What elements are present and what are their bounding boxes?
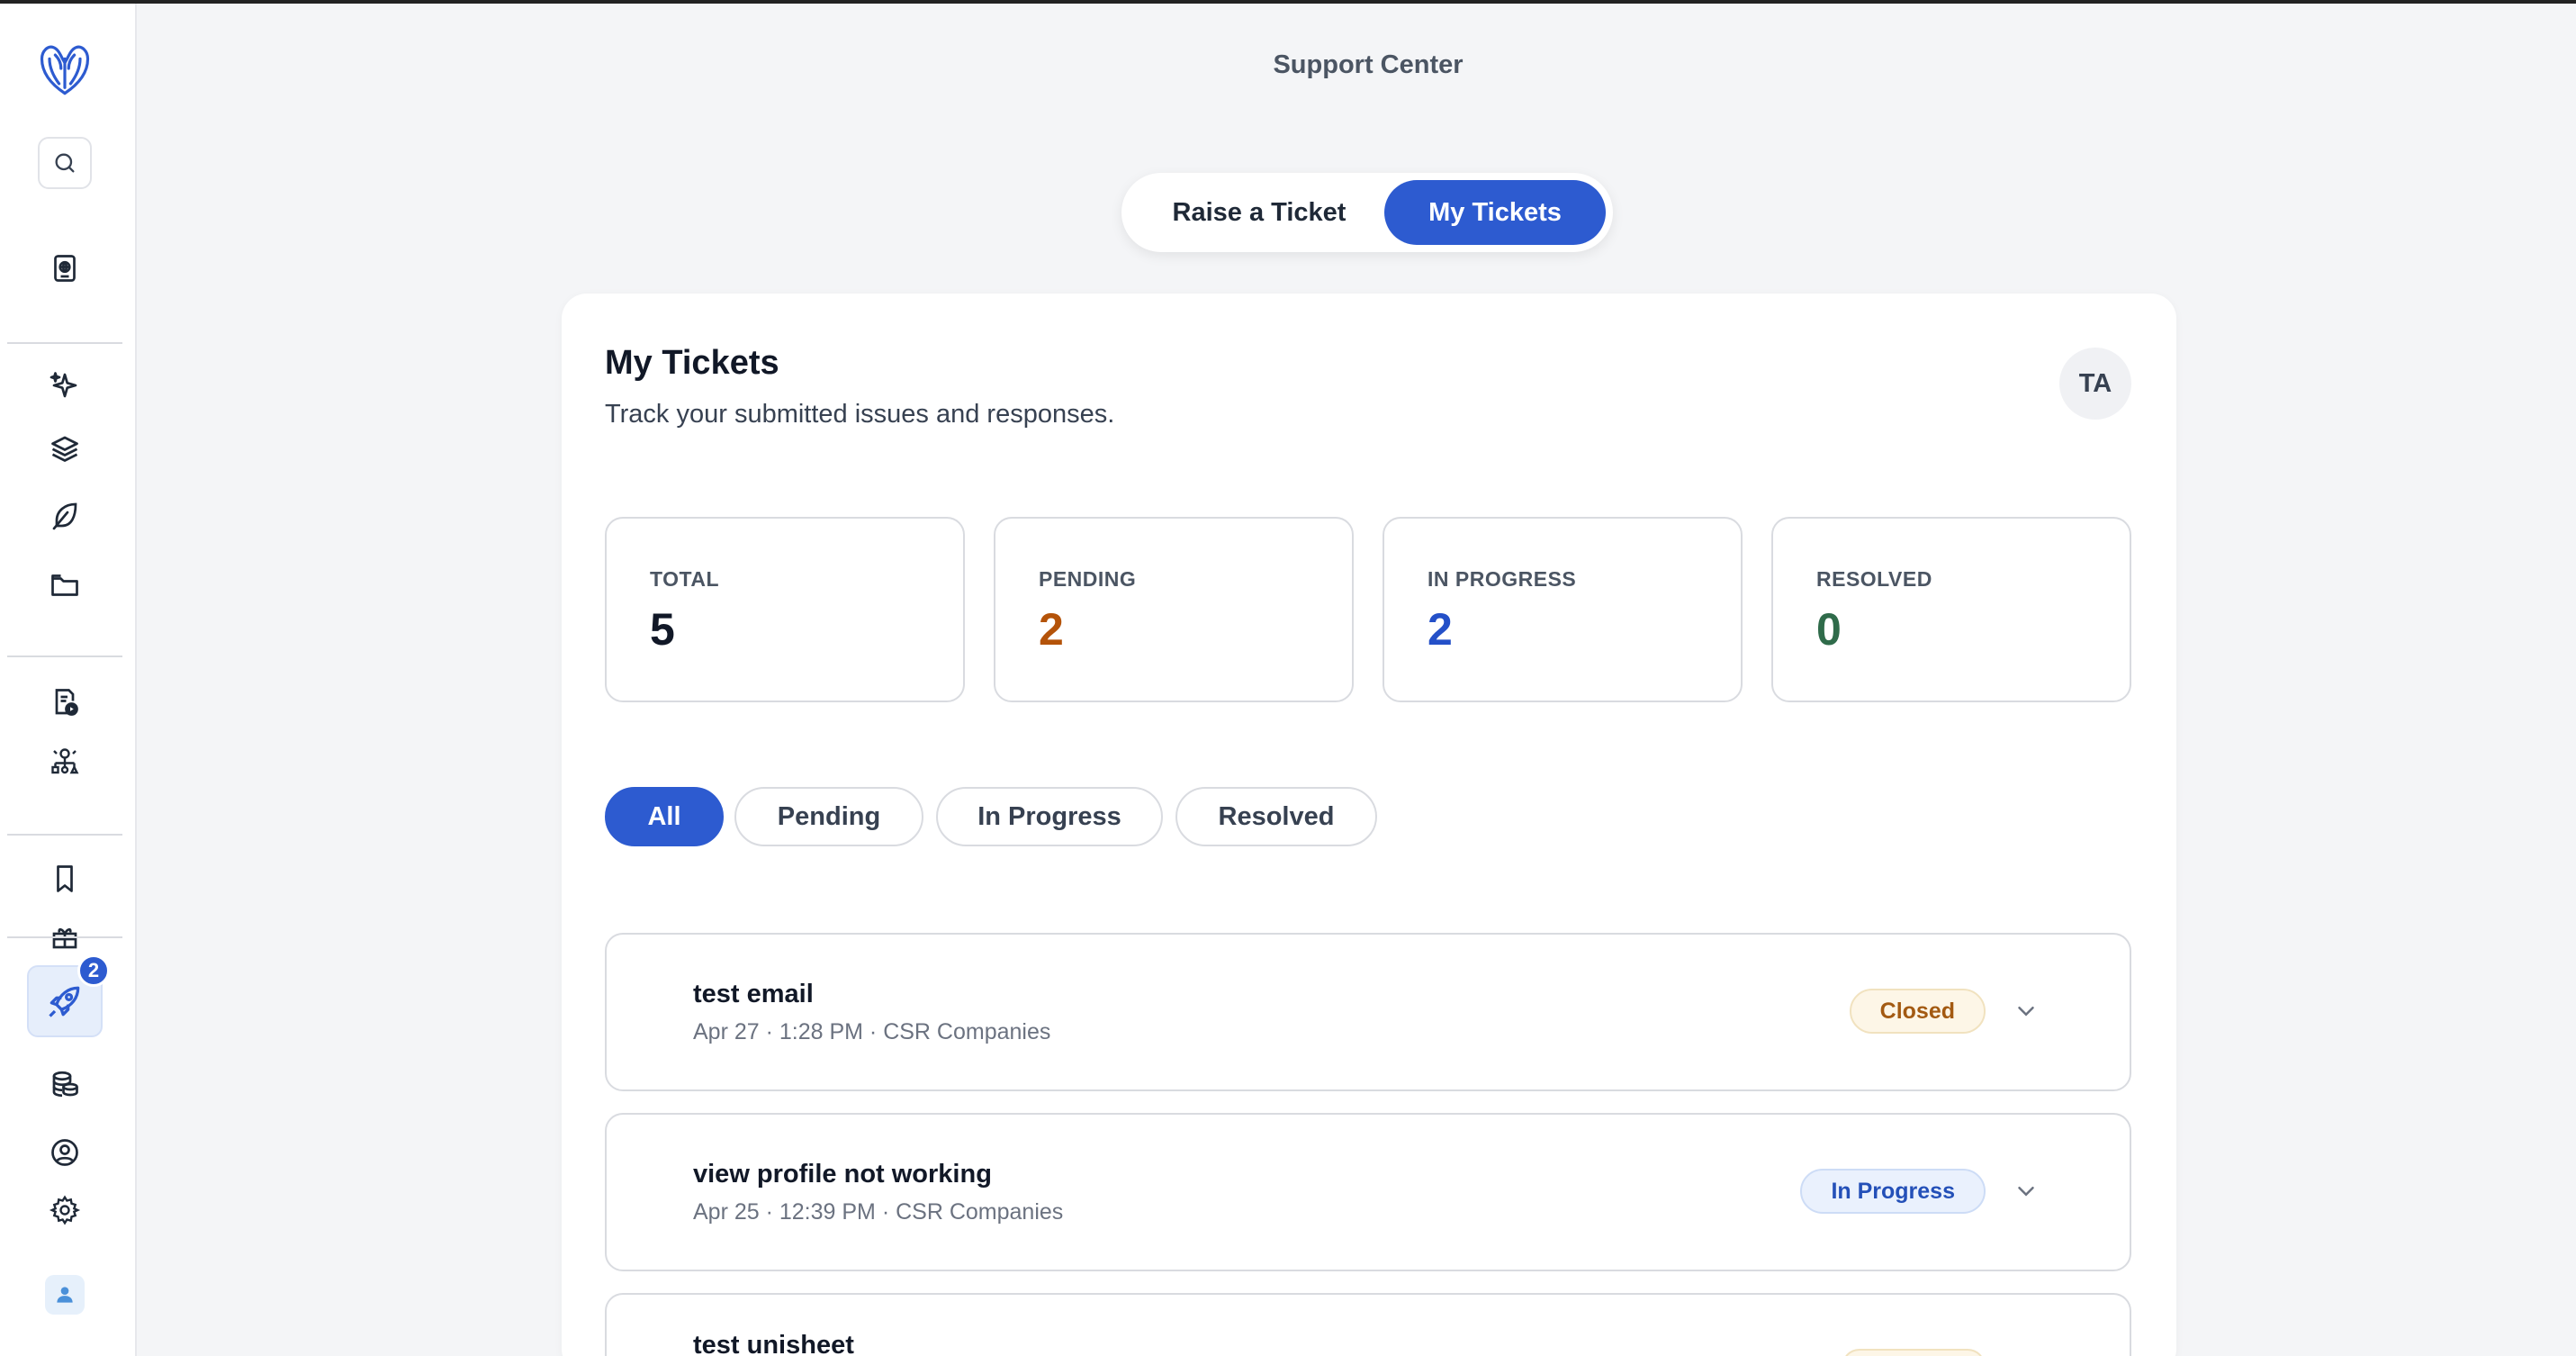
ticket-meta: Apr 25 · 12:39 PM · CSR Companies bbox=[693, 1199, 1064, 1225]
ticket-title: test email bbox=[693, 980, 814, 1008]
user-icon bbox=[57, 1287, 73, 1303]
notification-badge: 2 bbox=[77, 954, 110, 987]
sidebar-divider bbox=[7, 655, 122, 657]
ticket-view-switch: Raise a Ticket My Tickets bbox=[1121, 173, 1613, 252]
sidebar-divider bbox=[7, 936, 122, 938]
rocket-icon bbox=[49, 986, 80, 1017]
sidebar-divider bbox=[7, 834, 122, 836]
layers-icon[interactable] bbox=[45, 429, 85, 468]
my-tickets-card: My Tickets Track your submitted issues a… bbox=[562, 294, 2176, 1356]
stat-value: 5 bbox=[650, 604, 675, 655]
status-badge: In Progress bbox=[1800, 1169, 1986, 1214]
chevron-down-icon[interactable] bbox=[2013, 998, 2040, 1025]
chevron-down-icon[interactable] bbox=[2013, 1178, 2040, 1205]
card-subtitle: Track your submitted issues and response… bbox=[605, 400, 1115, 429]
user-circle-icon[interactable] bbox=[45, 1133, 85, 1172]
filter-all[interactable]: All bbox=[605, 787, 724, 846]
gear-icon[interactable] bbox=[45, 1190, 85, 1230]
stat-label: TOTAL bbox=[650, 567, 720, 591]
ticket-title: test unisheet bbox=[693, 1331, 854, 1356]
folder-icon[interactable] bbox=[45, 565, 85, 605]
ticket-row[interactable]: view profile not working Apr 25 · 12:39 … bbox=[605, 1113, 2131, 1271]
stat-in-progress: IN PROGRESS 2 bbox=[1383, 517, 1743, 702]
stat-pending: PENDING 2 bbox=[994, 517, 1354, 702]
stat-resolved: RESOLVED 0 bbox=[1771, 517, 2131, 702]
ticket-row[interactable]: test email Apr 27 · 1:28 PM · CSR Compan… bbox=[605, 933, 2131, 1091]
filter-pending[interactable]: Pending bbox=[734, 787, 923, 846]
stat-label: PENDING bbox=[1039, 567, 1137, 591]
ticket-row[interactable]: test unisheet bbox=[605, 1293, 2131, 1356]
document-play-icon[interactable] bbox=[45, 683, 85, 722]
passport-icon[interactable] bbox=[45, 249, 85, 288]
stat-value: 2 bbox=[1428, 604, 1453, 655]
stat-value: 2 bbox=[1039, 604, 1064, 655]
tab-my-tickets[interactable]: My Tickets bbox=[1384, 180, 1606, 245]
bookmark-icon[interactable] bbox=[45, 859, 85, 899]
card-title: My Tickets bbox=[605, 344, 779, 382]
avatar[interactable]: TA bbox=[2059, 348, 2131, 420]
stat-total: TOTAL 5 bbox=[605, 517, 965, 702]
search-icon bbox=[55, 153, 75, 173]
feather-icon[interactable] bbox=[45, 495, 85, 535]
ticket-title: view profile not working bbox=[693, 1160, 992, 1189]
stat-value: 0 bbox=[1816, 604, 1842, 655]
search-button[interactable] bbox=[38, 137, 92, 189]
org-chart-icon[interactable] bbox=[45, 742, 85, 782]
sidebar-divider bbox=[7, 342, 122, 344]
ticket-meta: Apr 27 · 1:28 PM · CSR Companies bbox=[693, 1019, 1051, 1044]
filter-in-progress[interactable]: In Progress bbox=[936, 787, 1163, 846]
user-profile-button[interactable] bbox=[45, 1275, 85, 1315]
filter-resolved[interactable]: Resolved bbox=[1175, 787, 1377, 846]
tab-raise-ticket[interactable]: Raise a Ticket bbox=[1129, 180, 1390, 245]
status-badge: Closed bbox=[1849, 989, 1986, 1034]
coins-icon[interactable] bbox=[45, 1064, 85, 1104]
stat-label: IN PROGRESS bbox=[1428, 567, 1577, 591]
sparkles-icon[interactable] bbox=[45, 366, 85, 405]
sidebar: 2 bbox=[0, 4, 137, 1356]
logo-icon[interactable] bbox=[32, 34, 97, 103]
status-badge bbox=[1842, 1349, 1986, 1356]
stat-label: RESOLVED bbox=[1816, 567, 1932, 591]
page-title: Support Center bbox=[1273, 50, 1464, 79]
